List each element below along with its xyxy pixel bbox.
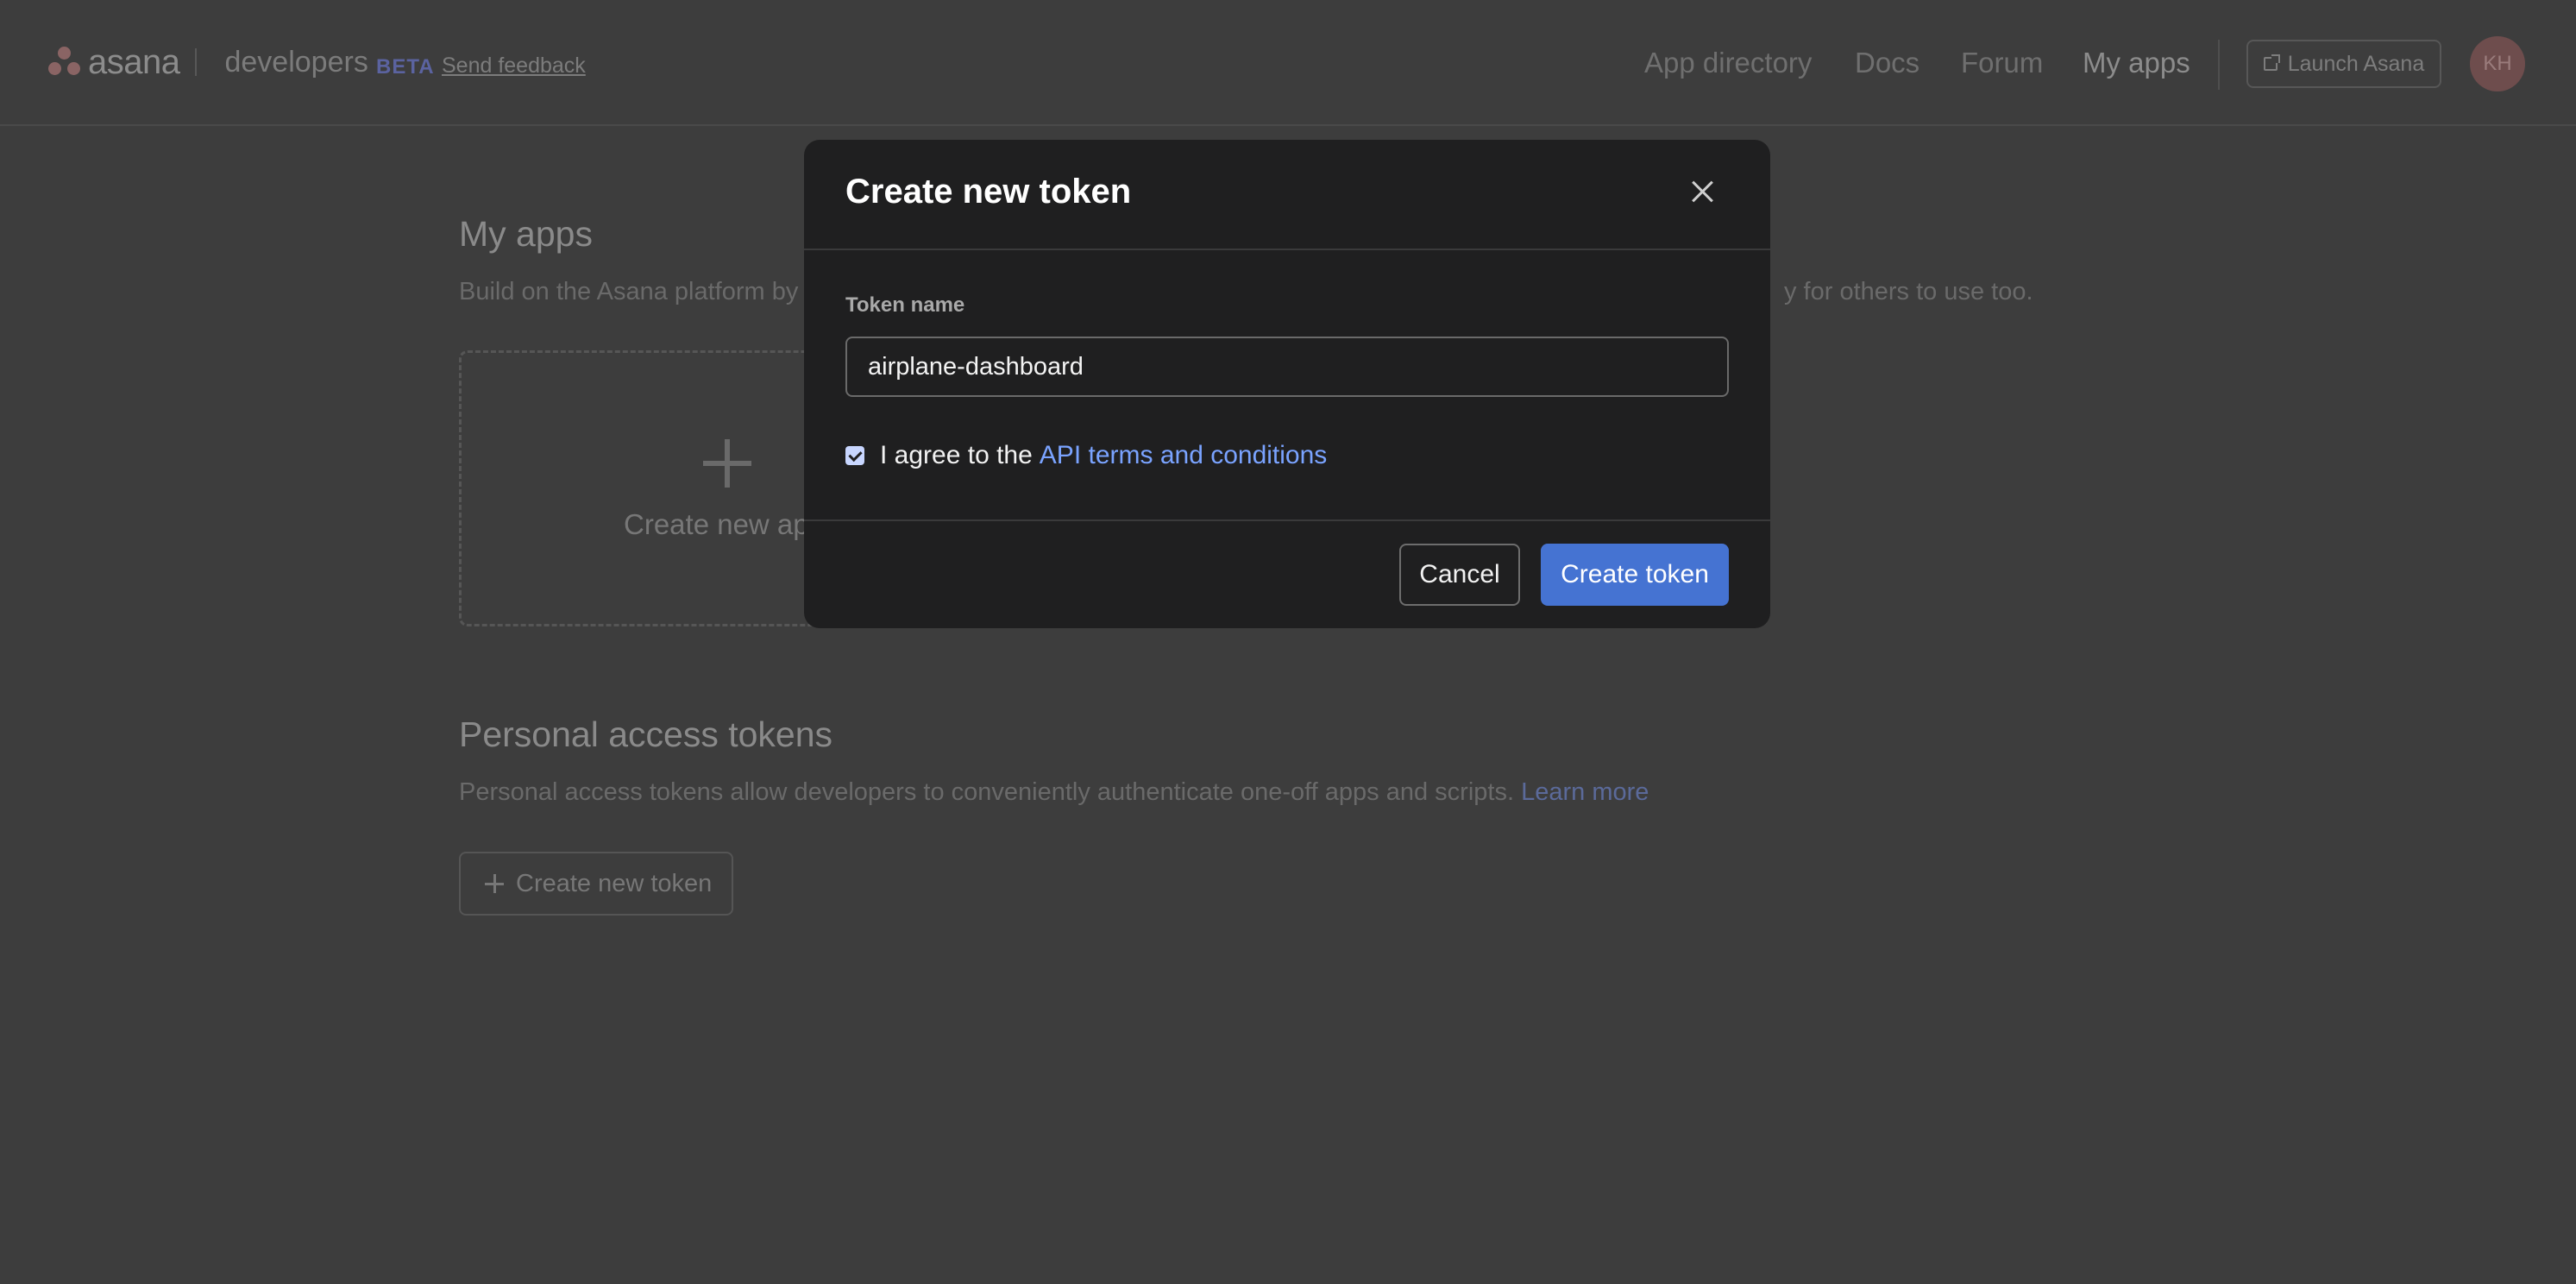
agree-terms-checkbox[interactable] (845, 446, 864, 465)
avatar-initials: KH (2483, 52, 2512, 75)
agree-terms-row: I agree to the API terms and conditions (845, 440, 1327, 471)
asana-logo[interactable]: asana developers (48, 43, 368, 81)
logo-divider (195, 48, 198, 76)
create-new-token-button[interactable]: Create new token (459, 852, 733, 916)
learn-more-link[interactable]: Learn more (1521, 778, 1649, 806)
user-avatar[interactable]: KH (2470, 36, 2525, 91)
tokens-description: Personal access tokens allow developers … (459, 778, 1515, 806)
dialog-title: Create new token (845, 173, 1132, 211)
api-terms-link[interactable]: API terms and conditions (1040, 441, 1328, 470)
nav-docs[interactable]: Docs (1855, 47, 1919, 79)
my-apps-description-tail: y for others to use too. (1784, 278, 2033, 305)
external-link-icon (2263, 54, 2280, 71)
dialog-footer-divider (804, 519, 1770, 521)
launch-asana-button[interactable]: Launch Asana (2246, 40, 2441, 88)
create-token-dialog: Create new token Token name I agree to t… (804, 140, 1770, 628)
beta-badge: BETA (376, 55, 435, 79)
my-apps-heading: My apps (459, 214, 593, 254)
nav-app-directory[interactable]: App directory (1644, 47, 1812, 79)
asana-logo-icon (48, 47, 81, 78)
nav-forum[interactable]: Forum (1961, 47, 2043, 79)
agree-terms-text: I agree to the (880, 441, 1033, 469)
plus-icon (485, 874, 504, 893)
tokens-description-row: Personal access tokens allow developers … (459, 778, 1649, 807)
nav-my-apps[interactable]: My apps (2083, 47, 2190, 79)
create-new-token-label: Create new token (516, 869, 713, 897)
token-name-label: Token name (845, 293, 965, 317)
create-new-app-label: Create new ap (624, 508, 809, 540)
nav-divider (2218, 40, 2220, 90)
top-header: asana developers BETA Send feedback App … (0, 0, 2576, 126)
personal-access-tokens-heading: Personal access tokens (459, 714, 833, 754)
close-icon[interactable] (1687, 176, 1718, 207)
cancel-button[interactable]: Cancel (1399, 544, 1520, 606)
launch-asana-label: Launch Asana (2287, 51, 2425, 76)
token-name-input[interactable] (845, 337, 1729, 397)
send-feedback-link[interactable]: Send feedback (442, 54, 586, 79)
my-apps-description: Build on the Asana platform by (459, 278, 799, 305)
logo-product-label: developers (224, 45, 368, 79)
plus-icon (703, 439, 751, 488)
dialog-header-divider (804, 249, 1770, 250)
create-token-button[interactable]: Create token (1541, 544, 1729, 606)
logo-wordmark: asana (88, 42, 180, 81)
